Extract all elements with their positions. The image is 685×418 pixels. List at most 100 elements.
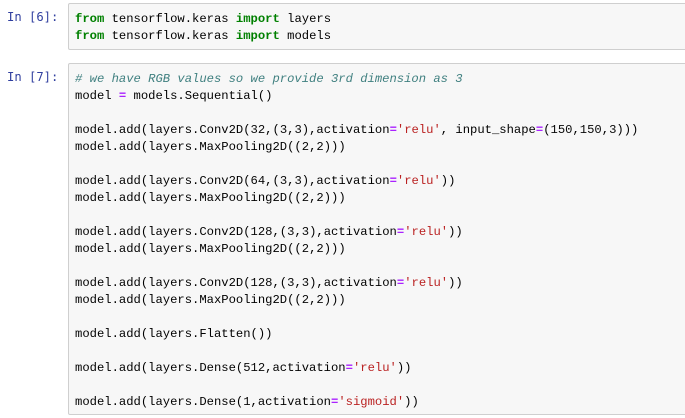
code-token: = [389,123,397,137]
code-line: model.add(layers.MaxPooling2D((2,2))) [75,292,638,309]
code-token: 3 [294,123,302,137]
code-input-area[interactable]: from tensorflow.keras import layers from … [68,3,685,50]
code-token: 2 [316,242,324,256]
code-token: import [235,29,280,43]
code-token: 2 [301,191,310,205]
code-token: ))) [323,140,346,154]
code-token: model.add(layers.MaxPooling2D(( [75,140,302,154]
code-token: 'relu' [396,174,441,188]
code-token: 150 [550,123,573,137]
code-token: 3 [301,225,310,239]
code-line: model.add(layers.Flatten()) [75,326,638,343]
code-token: )) [396,361,412,375]
code-token: 150 [579,123,602,137]
code-token: 'relu' [404,276,449,290]
code-line: model.add(layers.Conv2D(64,(3,3),activat… [75,173,638,190]
code-token: ,( [272,225,288,239]
code-token: ))) [323,191,346,205]
code-input-area[interactable]: # we have RGB values so we provide 3rd d… [68,63,685,415]
code-token: 2 [301,140,310,154]
code-token: 32 [250,123,266,137]
code-token: )) [448,225,463,239]
code-token: layers [279,12,332,26]
code-token: model.add(layers.MaxPooling2D(( [75,191,302,205]
code-token: 'sigmoid' [338,395,405,409]
code-token: , input_shape [440,123,536,137]
code-token: ,activation [250,395,331,409]
code-token: model.add(layers.MaxPooling2D(( [75,293,302,307]
code-token: model [75,89,119,103]
code-token: ),activation [301,123,390,137]
code-token: tensorflow.keras [104,12,236,26]
code-token: ,( [265,174,280,188]
code-line: model.add(layers.Dense(1,activation='sig… [75,394,638,411]
code-line: model.add(layers.MaxPooling2D((2,2))) [75,241,638,258]
code-token: 'relu' [404,225,449,239]
code-token: # we have RGB values so we provide 3rd d… [75,72,463,86]
code-token: = [345,361,353,375]
code-token: ),activation [301,174,390,188]
code-token: model.add(layers.Dense( [75,361,244,375]
code-token: 512 [243,361,266,375]
code-token: model.add(layers.Conv2D( [75,276,251,290]
code-token: , [294,276,302,290]
code-token: model.add(layers.Conv2D( [75,174,251,188]
code-token: 128 [250,276,273,290]
code-token: ,( [272,276,288,290]
code-token: ),activation [309,225,397,239]
code-token: 'relu' [352,361,397,375]
code-token: = [389,174,397,188]
code-token: 2 [301,293,310,307]
code-token: 2 [316,140,324,154]
input-prompt: In [6]: [7,10,59,24]
code-block[interactable]: # we have RGB values so we provide 3rd d… [75,71,638,411]
code-token: 2 [301,242,310,256]
code-token: tensorflow.keras [104,29,236,43]
code-token: 2 [316,191,324,205]
code-line: model.add(layers.Conv2D(128,(3,3),activa… [75,275,638,292]
code-token: import [235,12,280,26]
code-line: # we have RGB values so we provide 3rd d… [75,71,638,88]
code-token: ( [543,123,551,137]
code-line: model = models.Sequential() [75,88,638,105]
code-token: from [75,12,105,26]
code-token: )) [448,276,463,290]
code-token: , [294,225,302,239]
code-token: ))) [323,293,346,307]
code-token: 3 [301,276,310,290]
code-token: 128 [250,225,273,239]
code-block[interactable]: from tensorflow.keras import layers from … [75,11,331,45]
notebook-cell-7[interactable]: In [7]: # we have RGB values so we provi… [0,60,685,418]
code-token: model.add(layers.Conv2D( [75,225,251,239]
code-token: ),activation [309,276,397,290]
code-line: model.add(layers.MaxPooling2D((2,2))) [75,190,638,207]
code-token: model.add(layers.Dense( [75,395,244,409]
code-token: model.add(layers.MaxPooling2D(( [75,242,302,256]
code-token: ,activation [265,361,346,375]
code-token: ))) [323,242,346,256]
code-token: ))) [616,123,639,137]
code-token: models [279,29,332,43]
code-token: , [572,123,580,137]
code-line: from tensorflow.keras import layers [75,11,331,28]
code-line: model.add(layers.Conv2D(32,(3,3),activat… [75,122,638,139]
code-token: , [601,123,610,137]
code-token: ,( [265,123,280,137]
code-token: )) [440,174,456,188]
code-token: 2 [316,293,324,307]
code-line: model.add(layers.MaxPooling2D((2,2))) [75,139,638,156]
code-token: model.add(layers.Flatten()) [75,327,273,341]
input-prompt: In [7]: [7,70,59,84]
code-token: models.Sequential() [126,89,273,103]
code-token: 64 [250,174,266,188]
code-line: model.add(layers.Dense(512,activation='r… [75,360,638,377]
code-token: 'relu' [396,123,441,137]
notebook-cell-6[interactable]: In [6]: from tensorflow.keras import lay… [0,0,685,56]
